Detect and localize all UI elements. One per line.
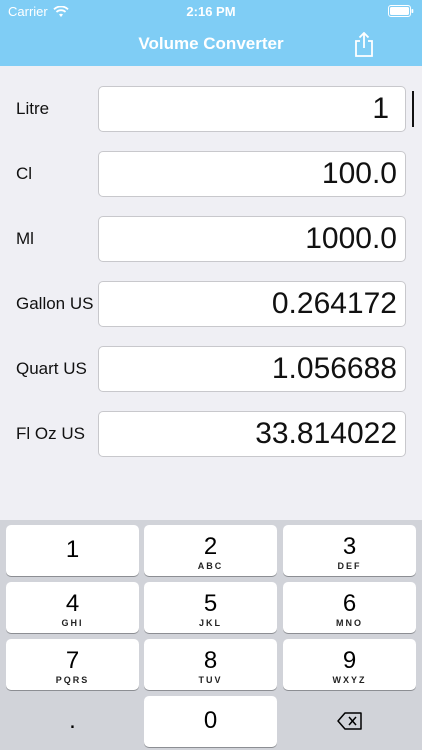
- quart-us-label: Quart US: [16, 359, 87, 378]
- key-6-number: 6: [342, 590, 357, 617]
- key-8-letters: TUV: [198, 675, 223, 685]
- row-litre: Litre 1: [0, 86, 422, 132]
- key-9[interactable]: 9 WXYZ: [283, 639, 416, 690]
- row-quart-us: Quart US 1.056688: [0, 346, 422, 392]
- key-4[interactable]: 4 GHI: [6, 582, 139, 633]
- key-1-number: 1: [65, 536, 80, 563]
- text-caret: [412, 91, 414, 127]
- key-7[interactable]: 7 PQRS: [6, 639, 139, 690]
- key-1[interactable]: 1: [6, 525, 139, 576]
- key-3-number: 3: [342, 533, 357, 560]
- status-time: 2:16 PM: [186, 4, 236, 19]
- key-2-number: 2: [203, 533, 218, 560]
- key-6[interactable]: 6 MNO: [283, 582, 416, 633]
- ml-label: Ml: [16, 229, 34, 248]
- key-8-number: 8: [203, 647, 218, 674]
- gallon-us-label: Gallon US: [16, 294, 94, 313]
- key-9-number: 9: [342, 647, 357, 674]
- fl-oz-us-label: Fl Oz US: [16, 424, 85, 443]
- key-4-number: 4: [65, 590, 80, 617]
- key-5-number: 5: [203, 590, 218, 617]
- key-4-letters: GHI: [61, 618, 84, 628]
- gallon-us-input[interactable]: 0.264172: [98, 281, 406, 327]
- key-0-number: 0: [203, 707, 218, 734]
- key-6-letters: MNO: [336, 618, 363, 628]
- numeric-keypad: 1 2 ABC 3 DEF 4 GHI 5 JKL 6 MNO 7 PQRS 8…: [0, 520, 422, 750]
- key-2[interactable]: 2 ABC: [144, 525, 277, 576]
- row-fl-oz-us: Fl Oz US 33.814022: [0, 411, 422, 457]
- key-5-letters: JKL: [198, 618, 222, 628]
- key-decimal[interactable]: .: [6, 696, 139, 747]
- litre-label: Litre: [16, 99, 50, 118]
- key-3[interactable]: 3 DEF: [283, 525, 416, 576]
- litre-input[interactable]: 1: [98, 86, 406, 132]
- key-decimal-symbol: .: [69, 707, 76, 734]
- delete-backspace-icon: [336, 712, 362, 730]
- quart-us-input[interactable]: 1.056688: [98, 346, 406, 392]
- row-ml: Ml 1000.0: [0, 216, 422, 262]
- converter-form: Litre 1 Cl 100.0 Ml 1000.0 Gallon US 0.2…: [0, 66, 422, 520]
- fl-oz-us-input[interactable]: 33.814022: [98, 411, 406, 457]
- ml-input[interactable]: 1000.0: [98, 216, 406, 262]
- key-3-letters: DEF: [337, 561, 362, 571]
- key-0[interactable]: 0: [144, 696, 277, 747]
- key-2-letters: ABC: [197, 561, 224, 571]
- row-gallon-us: Gallon US 0.264172: [0, 281, 422, 327]
- cl-input[interactable]: 100.0: [98, 151, 406, 197]
- cl-label: Cl: [16, 164, 33, 183]
- status-bar: Carrier 2:16 PM: [0, 0, 422, 24]
- key-5[interactable]: 5 JKL: [144, 582, 277, 633]
- key-7-number: 7: [65, 647, 80, 674]
- key-9-letters: WXYZ: [332, 675, 367, 685]
- battery-icon: [388, 5, 414, 17]
- delete-key[interactable]: [283, 696, 416, 747]
- key-7-letters: PQRS: [55, 675, 90, 685]
- share-icon[interactable]: [352, 32, 376, 58]
- navigation-bar: Volume Converter: [0, 24, 422, 66]
- key-8[interactable]: 8 TUV: [144, 639, 277, 690]
- row-cl: Cl 100.0: [0, 151, 422, 197]
